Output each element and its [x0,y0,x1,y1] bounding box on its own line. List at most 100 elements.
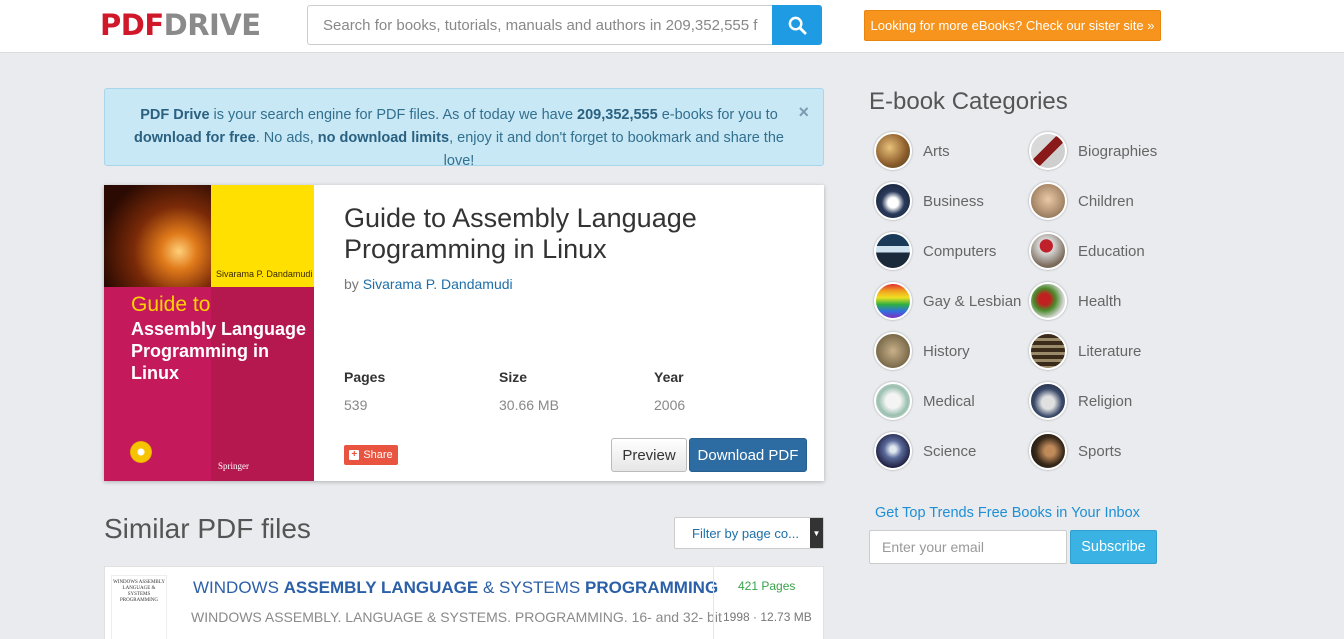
category-label: Religion [1078,392,1133,410]
result-title-bold: PROGRAMMING [585,578,719,597]
newsletter-heading: Get Top Trends Free Books in Your Inbox [875,505,1140,521]
cover-photo [104,185,211,287]
email-field[interactable] [869,530,1067,564]
literature-icon [1029,332,1067,370]
computers-icon [874,232,912,270]
cover-guide-text: Guide to [131,293,211,316]
category-literature[interactable]: Literature [1029,331,1141,371]
result-thumbnail[interactable]: WINDOWS ASSEMBLY LANGUAGE & SYSTEMS PROG… [111,575,167,639]
category-biographies[interactable]: Biographies [1029,131,1157,171]
cover-right-block [211,287,314,481]
filter-page-count-select[interactable]: Filter by page co... ▼ [674,517,824,549]
meta-pages: Pages 539 [344,369,385,413]
category-children[interactable]: Children [1029,181,1134,221]
category-religion[interactable]: Religion [1029,381,1132,421]
year-label: Year [654,369,684,385]
category-label: Arts [923,142,950,160]
category-education[interactable]: Education [1029,231,1145,271]
alert-limits: no download limits [317,130,450,146]
search-input[interactable] [307,5,773,45]
category-label: Sports [1078,442,1122,460]
biographies-icon [1029,132,1067,170]
result-description: WINDOWS ASSEMBLY. LANGUAGE & SYSTEMS. PR… [191,609,722,625]
by-label: by [344,276,363,292]
info-alert: PDF Drive is your search engine for PDF … [104,88,824,169]
sister-site-button[interactable]: Looking for more eBooks? Check our siste… [864,10,1161,41]
category-medical[interactable]: Medical [874,381,975,421]
similar-heading: Similar PDF files [104,513,311,544]
category-computers[interactable]: Computers [874,231,996,271]
medical-icon [874,382,912,420]
top-header: PDFDRIVE Looking for more eBooks? Check … [0,0,1344,53]
category-health[interactable]: Health [1029,281,1121,321]
book-title: Guide to Assembly Language Programming i… [344,203,697,264]
alert-text-1: is your search engine for PDF files. As … [209,107,578,123]
category-gay-lesbian[interactable]: Gay & Lesbian [874,281,1021,321]
gay-lesbian-icon [874,282,912,320]
book-cover[interactable]: Sivarama P. Dandamudi Guide to Assembly … [104,185,314,481]
category-business[interactable]: Business [874,181,984,221]
search-button[interactable] [772,5,822,45]
result-row[interactable]: WINDOWS ASSEMBLY LANGUAGE & SYSTEMS PROG… [104,566,824,639]
meta-year: Year 2006 [654,369,685,413]
category-sports[interactable]: Sports [1029,431,1121,471]
search-icon [788,16,807,35]
result-title-part: & SYSTEMS [478,578,585,597]
plus-icon: + [349,450,360,460]
sports-icon [1029,432,1067,470]
category-label: Children [1078,192,1134,210]
categories-heading: E-book Categories [869,88,1068,115]
size-value: 30.66 MB [499,397,559,413]
religion-icon [1029,382,1067,420]
year-value: 2006 [654,397,686,413]
pdfdrive-logo[interactable]: PDFDRIVE [100,8,261,42]
category-label: Medical [923,392,975,410]
meta-size: Size 30.66 MB [499,369,559,413]
close-icon[interactable]: × [798,103,809,121]
category-science[interactable]: Science [874,431,976,471]
download-pdf-button[interactable]: Download PDF [689,438,807,472]
alert-brand: PDF Drive [140,107,210,123]
education-icon [1029,232,1067,270]
share-button[interactable]: + Share [344,445,398,465]
result-pages: 421 Pages [738,579,796,593]
logo-drive-text: DRIVE [163,8,261,42]
history-icon [874,332,912,370]
pages-value: 539 [344,397,368,413]
preview-button[interactable]: Preview [611,438,687,472]
chevron-down-icon: ▼ [810,518,823,548]
cover-author: Sivarama P. Dandamudi [216,269,313,279]
author-link[interactable]: Sivarama P. Dandamudi [363,276,513,292]
cover-title: Assembly Language Programming in Linux [131,319,307,383]
science-icon [874,432,912,470]
alert-free: download for free [134,130,256,146]
result-title-bold: ASSEMBLY LANGUAGE [283,578,479,597]
business-icon [874,182,912,220]
logo-pdf-text: PDF [100,8,164,42]
category-label: Literature [1078,342,1142,360]
result-year-size: 1998 · 12.73 MB [723,610,812,624]
cover-publisher: Springer [218,461,249,471]
children-icon [1029,182,1067,220]
result-title[interactable]: WINDOWS ASSEMBLY LANGUAGE & SYSTEMS PROG… [193,578,718,598]
filter-label: Filter by page co... [692,526,799,541]
alert-text-2: e-books for you to [657,107,778,123]
category-label: Science [923,442,977,460]
category-label: Health [1078,292,1122,310]
pages-label: Pages [344,369,386,385]
share-label: Share [363,449,393,461]
category-history[interactable]: History [874,331,970,371]
category-label: Computers [923,242,997,260]
category-arts[interactable]: Arts [874,131,950,171]
result-title-part: WINDOWS [193,578,284,597]
category-label: Education [1078,242,1145,260]
category-label: Gay & Lesbian [923,292,1022,310]
alert-text-4: , enjoy it and don't forget to bookmark … [443,130,784,169]
alert-text-3: . No ads, [255,130,318,146]
size-label: Size [499,369,528,385]
alert-count: 209,352,555 [577,107,658,123]
health-icon [1029,282,1067,320]
cd-rom-icon [130,441,152,463]
subscribe-button[interactable]: Subscribe [1070,530,1157,564]
by-line: by Sivarama P. Dandamudi [344,276,513,292]
